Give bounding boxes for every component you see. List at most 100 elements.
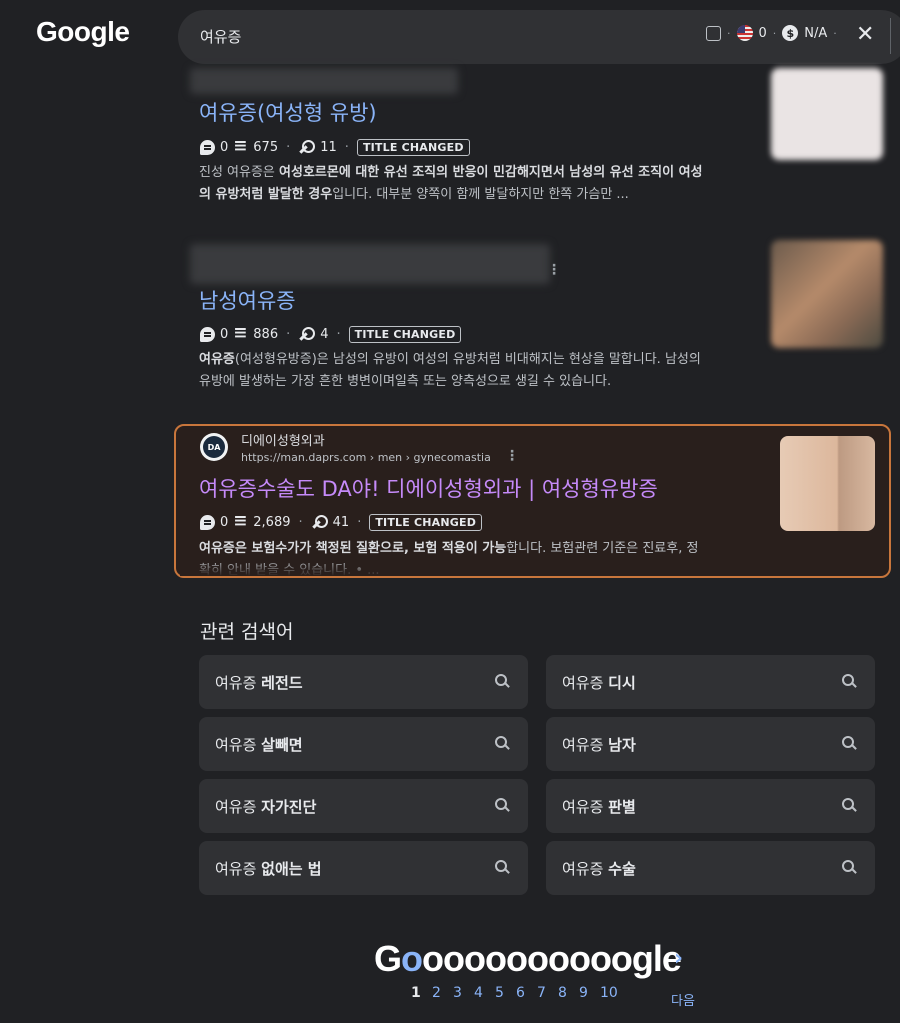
- page-number-link[interactable]: 8: [558, 985, 579, 1001]
- related-search-term: 디시: [608, 674, 636, 692]
- next-page-arrow-icon[interactable]: ›: [674, 946, 683, 971]
- related-search-prefix: 여유증: [215, 736, 262, 754]
- page-number-link[interactable]: 3: [453, 985, 474, 1001]
- search-icon: [841, 797, 857, 813]
- comment-count: 0: [220, 515, 229, 530]
- related-search-label: 여유증 없애는 법: [215, 858, 322, 879]
- snippet-highlight: 의 유방처럼 발달한 경우: [199, 187, 333, 202]
- snippet-line: 여유증(여성형유방증)은 남성의 유방이 여성의 유방처럼 비대해지는 현상을 …: [199, 349, 759, 371]
- related-search-chip[interactable]: 여유증 판별: [546, 779, 875, 833]
- us-flag-icon: [736, 25, 753, 41]
- snippet-line: 의 유방처럼 발달한 경우입니다. 대부분 양쪽이 함께 발달하지만 한쪽 가슴…: [199, 184, 759, 206]
- result-thumbnail[interactable]: [771, 240, 883, 348]
- page-number-link[interactable]: 6: [516, 985, 537, 1001]
- related-search-term: 남자: [608, 736, 636, 754]
- related-search-label: 여유증 디시: [562, 672, 636, 693]
- site-name[interactable]: 디에이성형외과: [241, 430, 325, 449]
- result-thumbnail[interactable]: [771, 68, 883, 160]
- page-number-link[interactable]: 5: [495, 985, 516, 1001]
- related-search-term: 레전드: [261, 674, 303, 692]
- related-search-label: 여유증 판별: [562, 796, 636, 817]
- key-icon: [298, 140, 316, 155]
- google-logo[interactable]: Google: [36, 16, 130, 48]
- related-search-prefix: 여유증: [562, 736, 609, 754]
- flag-count: 0: [758, 25, 767, 41]
- page-number-link[interactable]: 10: [600, 985, 621, 1001]
- line-count: 675: [253, 140, 279, 155]
- more-options-icon[interactable]: ⋮: [505, 448, 519, 464]
- close-icon[interactable]: ✕: [856, 22, 874, 47]
- result-metrics: 0 675 · 11 · TITLE CHANGED: [200, 136, 470, 156]
- result-metrics: 0 886 · 4 · TITLE CHANGED: [200, 323, 462, 343]
- current-page-number: 1: [411, 985, 421, 1001]
- separator-dot: ·: [344, 140, 349, 155]
- search-icon: [494, 735, 510, 751]
- separator-dot: ·: [727, 26, 731, 40]
- page-number-link[interactable]: 9: [579, 985, 600, 1001]
- list-icon: [233, 323, 248, 343]
- separator-dot: ·: [357, 515, 362, 530]
- related-searches-heading: 관련 검색어: [200, 621, 294, 643]
- comment-icon: [200, 327, 215, 342]
- search-icon: [494, 859, 510, 875]
- search-icon: [841, 859, 857, 875]
- dollar-icon: $: [782, 25, 799, 41]
- related-search-chip[interactable]: 여유증 자가진단: [199, 779, 528, 833]
- snippet-highlight: 여유증은 보험수가가 책정된 질환으로, 보험 적용이 가능: [199, 541, 507, 556]
- related-search-chip[interactable]: 여유증 살빼면: [199, 717, 528, 771]
- related-search-chip[interactable]: 여유증 남자: [546, 717, 875, 771]
- pager-logo-rest: oooooooooogle: [422, 938, 682, 979]
- result-title-link[interactable]: 남성여유증: [199, 285, 296, 315]
- related-search-chip[interactable]: 여유증 수술: [546, 841, 875, 895]
- snippet-text: (여성형유방증)은 남성의 유방이 여성의 유방처럼 비대해지는 현상을 말합니…: [234, 352, 701, 367]
- related-search-term: 수술: [608, 860, 636, 878]
- snippet-line: 유방에 발생하는 가장 흔한 병변이며일측 또는 양측성으로 생길 수 있습니다…: [199, 371, 759, 393]
- pagination-numbers: 1 2 3 4 5 6 7 8 9 10: [411, 985, 621, 1001]
- page-number-link[interactable]: 7: [537, 985, 558, 1001]
- pager-logo-g: G: [374, 938, 402, 979]
- key-icon: [311, 515, 328, 530]
- more-options-icon[interactable]: ⋮: [547, 262, 561, 278]
- snippet-text: 합니다. 보험관련 기준은 진료후, 정: [506, 541, 699, 556]
- keyword-count: 41: [332, 515, 350, 530]
- result-title-link[interactable]: 여유증수술도 DA야! 디에이성형외과 | 여성형유방증: [199, 473, 658, 503]
- list-icon: [233, 511, 248, 531]
- result-snippet: 여유증(여성형유방증)은 남성의 유방이 여성의 유방처럼 비대해지는 현상을 …: [199, 349, 759, 393]
- blurred-site-header: [190, 244, 550, 284]
- related-search-label: 여유증 남자: [562, 734, 636, 755]
- related-search-label: 여유증 레전드: [215, 672, 303, 693]
- related-search-term: 없애는 법: [261, 860, 322, 878]
- price-label: N/A: [804, 25, 828, 41]
- page-number-link[interactable]: 4: [474, 985, 495, 1001]
- snippet-fade: [180, 560, 880, 576]
- page-number-link[interactable]: 2: [432, 985, 453, 1001]
- related-search-chip[interactable]: 여유증 없애는 법: [199, 841, 528, 895]
- search-bar[interactable]: 여유증 · 0 · $ N/A · ✕: [178, 10, 900, 64]
- comment-count: 0: [220, 327, 229, 342]
- search-icon: [841, 673, 857, 689]
- next-page-link[interactable]: 다음: [671, 990, 695, 1009]
- related-search-chip[interactable]: 여유증 디시: [546, 655, 875, 709]
- snippet-highlight: 여유증: [199, 352, 235, 367]
- keyword-count: 4: [320, 327, 329, 342]
- related-search-label: 여유증 자가진단: [215, 796, 316, 817]
- related-search-chip[interactable]: 여유증 레전드: [199, 655, 528, 709]
- snippet-text: 유방에 발생하는 가장 흔한 병변이며일측 또는 양측성으로 생길 수 있습니다…: [199, 374, 612, 389]
- comment-icon: [200, 515, 215, 530]
- snippet-line: 여유증은 보험수가가 책정된 질환으로, 보험 적용이 가능합니다. 보험관련 …: [199, 538, 759, 560]
- result-thumbnail[interactable]: [780, 436, 875, 531]
- title-changed-badge: TITLE CHANGED: [348, 326, 462, 343]
- select-checkbox[interactable]: [706, 25, 721, 41]
- search-icon: [841, 735, 857, 751]
- site-url[interactable]: https://man.daprs.com › men › gynecomast…: [241, 451, 491, 464]
- separator-dot: ·: [833, 26, 837, 40]
- keyword-count: 11: [320, 140, 337, 155]
- separator-dot: ·: [298, 515, 303, 530]
- blurred-site-header: [190, 68, 458, 94]
- separator-dot: ·: [772, 26, 777, 40]
- search-input[interactable]: 여유증: [200, 26, 241, 47]
- related-search-prefix: 여유증: [562, 674, 609, 692]
- site-logo-text: DA: [203, 436, 225, 458]
- result-title-link[interactable]: 여유증(여성형 유방): [199, 97, 377, 127]
- related-search-label: 여유증 수술: [562, 858, 636, 879]
